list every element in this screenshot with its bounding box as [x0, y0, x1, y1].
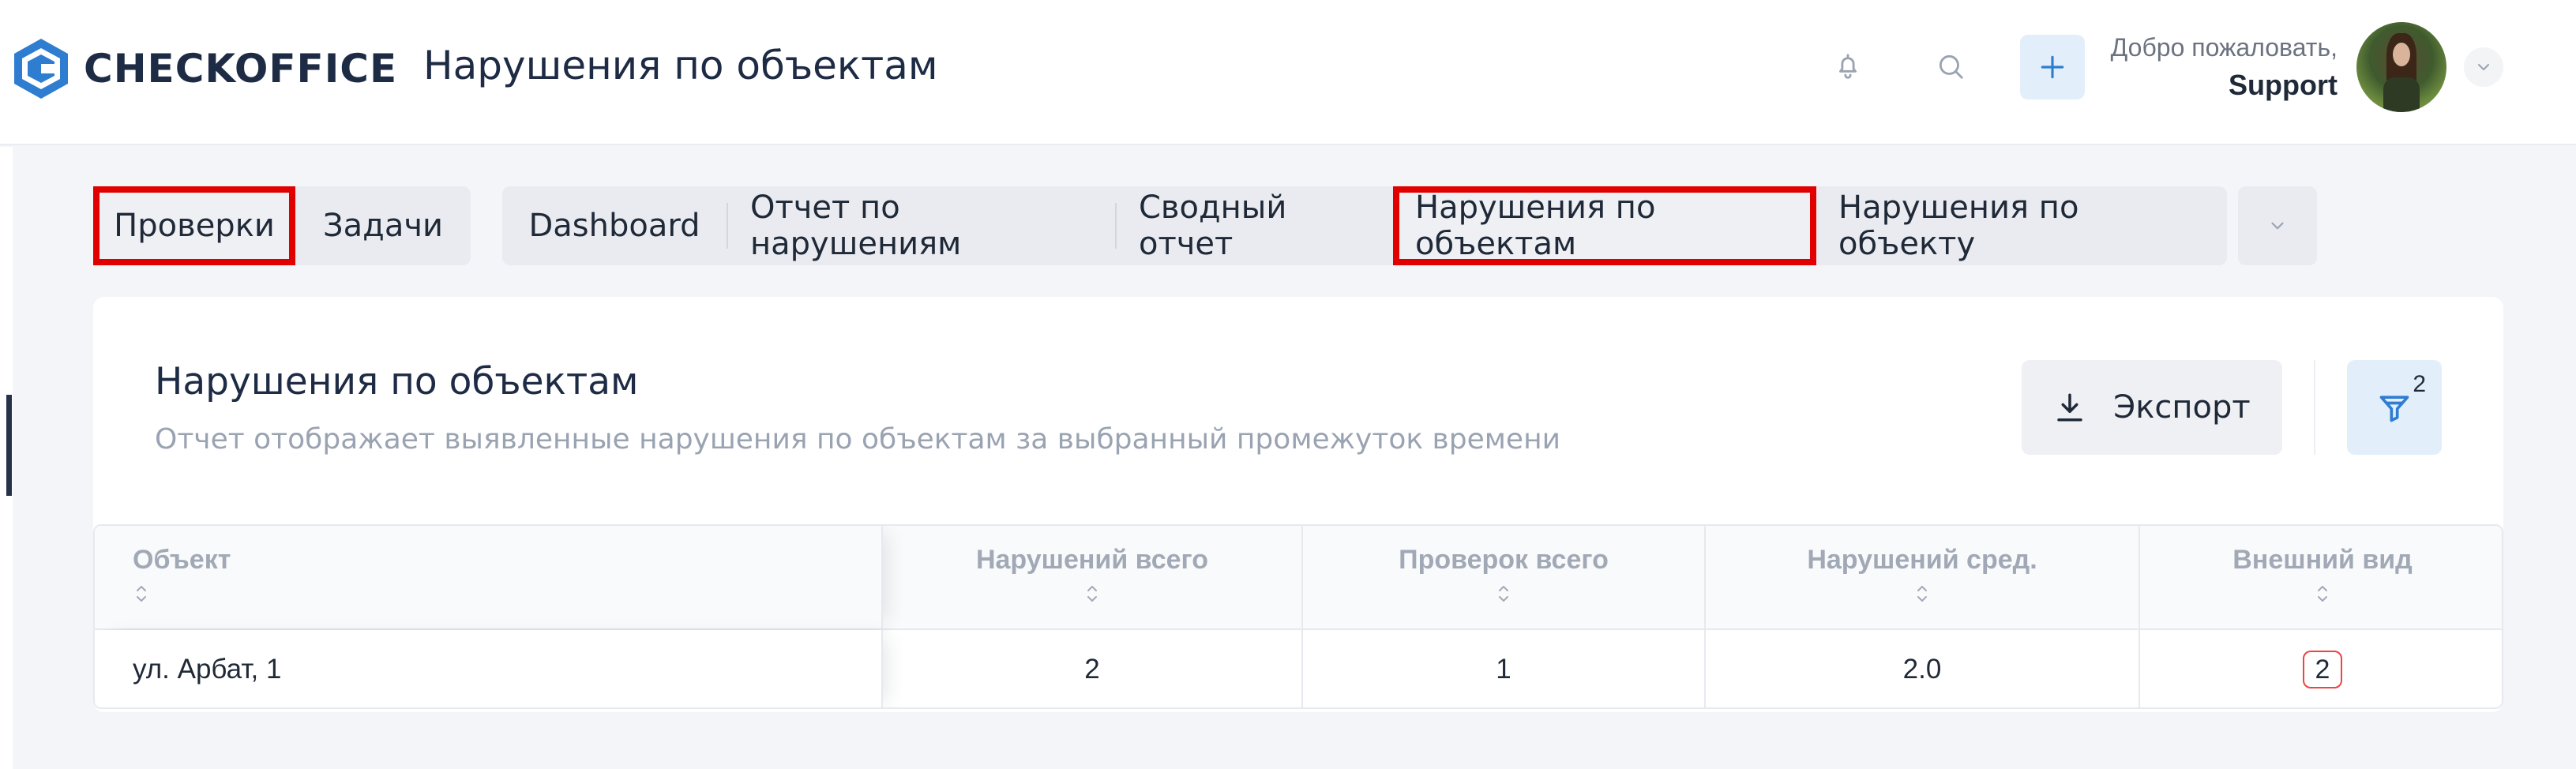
inspections-total-value: 1: [1496, 654, 1511, 685]
tab-summary-report[interactable]: Сводный отчет: [1117, 186, 1393, 265]
column-label: Нарушений сред.: [1807, 545, 2037, 575]
tab-inspections[interactable]: Проверки: [93, 186, 295, 265]
brand-logo[interactable]: CHECKOFFICE: [11, 36, 397, 101]
filter-button[interactable]: 2: [2347, 360, 2442, 455]
page-title: Нарушения по объектам: [423, 43, 938, 88]
table-cell: ул. Арбат, 1: [95, 630, 883, 707]
report-subtitle: Отчет отображает выявленные нарушения по…: [155, 423, 1560, 456]
tab-group-main: Проверки Задачи: [93, 186, 471, 265]
sidebar-indicator[interactable]: [6, 395, 12, 496]
sort-icon[interactable]: [2315, 583, 2330, 604]
logo-hexagon-icon: [14, 39, 68, 99]
chevron-down-icon: [2271, 222, 2284, 230]
table-cell: 2.0: [1706, 630, 2140, 707]
filter-icon: [2379, 396, 2409, 422]
bell-icon: [1839, 54, 1857, 79]
top-header: CHECKOFFICE Нарушения по объектам Добро …: [0, 0, 2576, 145]
violations-total-value: 2: [1084, 654, 1100, 685]
user-menu-button[interactable]: [2464, 47, 2503, 87]
tab-tasks[interactable]: Задачи: [295, 186, 471, 265]
table-header: Объект Нарушений всего Проверок всего На…: [95, 526, 2502, 630]
column-label: Внешний вид: [2232, 545, 2413, 575]
tab-group-reports: Dashboard Отчет по нарушениям Сводный от…: [502, 186, 2227, 265]
plus-icon: [2041, 55, 2064, 79]
tab-violations-report[interactable]: Отчет по нарушениям: [728, 186, 1115, 265]
sort-icon[interactable]: [134, 583, 148, 604]
object-address[interactable]: ул. Арбат, 1: [95, 630, 881, 707]
violations-avg-value: 2.0: [1902, 654, 1942, 685]
table-cell: 2: [883, 630, 1303, 707]
sort-icon[interactable]: [1915, 583, 1929, 604]
filter-count-badge: 2: [2413, 371, 2426, 397]
search-icon: [1939, 54, 1963, 79]
column-label: Объект: [133, 545, 231, 575]
sort-icon[interactable]: [1496, 583, 1511, 604]
appearance-violation-badge[interactable]: 2: [2303, 651, 2342, 688]
column-label: Проверок всего: [1399, 545, 1609, 575]
export-button[interactable]: Экспорт: [2022, 360, 2282, 455]
notifications-button[interactable]: [1816, 35, 1879, 98]
search-button[interactable]: [1919, 35, 1982, 98]
table-cell: 1: [1303, 630, 1706, 707]
download-icon: [2057, 393, 2083, 422]
column-label: Нарушений всего: [975, 545, 1209, 575]
export-label: Экспорт: [2113, 389, 2251, 426]
tab-dashboard[interactable]: Dashboard: [502, 186, 727, 265]
tab-violations-by-object[interactable]: Нарушения по объекту: [1816, 186, 2227, 265]
brand-name: CHECKOFFICE: [84, 46, 398, 92]
user-name: Support: [2229, 69, 2338, 101]
column-header-violations-total[interactable]: Нарушений всего: [883, 526, 1303, 628]
sort-icon[interactable]: [1085, 583, 1099, 604]
avatar[interactable]: [2356, 22, 2446, 112]
more-tabs-button[interactable]: [2238, 186, 2317, 265]
column-header-violations-avg[interactable]: Нарушений сред.: [1706, 526, 2140, 628]
column-header-appearance[interactable]: Внешний вид: [2140, 526, 2502, 628]
table-cell: 2: [2140, 630, 2502, 707]
chevron-down-icon: [2478, 64, 2489, 70]
column-header-object[interactable]: Объект: [95, 526, 883, 628]
table-row[interactable]: ул. Арбат, 1 2 1 2.0 2: [95, 630, 2502, 707]
column-header-inspections-total[interactable]: Проверок всего: [1303, 526, 1706, 628]
report-title: Нарушения по объектам: [155, 360, 639, 403]
welcome-text: Добро пожаловать,: [2110, 33, 2338, 62]
add-button[interactable]: [2020, 35, 2085, 99]
report-card: Нарушения по объектам Отчет отображает в…: [93, 297, 2503, 712]
divider: [2314, 360, 2315, 455]
user-greeting: Добро пожаловать, Support: [2111, 33, 2338, 102]
tab-violations-by-objects[interactable]: Нарушения по объектам: [1393, 186, 1816, 265]
violations-table: Объект Нарушений всего Проверок всего На…: [93, 524, 2503, 709]
